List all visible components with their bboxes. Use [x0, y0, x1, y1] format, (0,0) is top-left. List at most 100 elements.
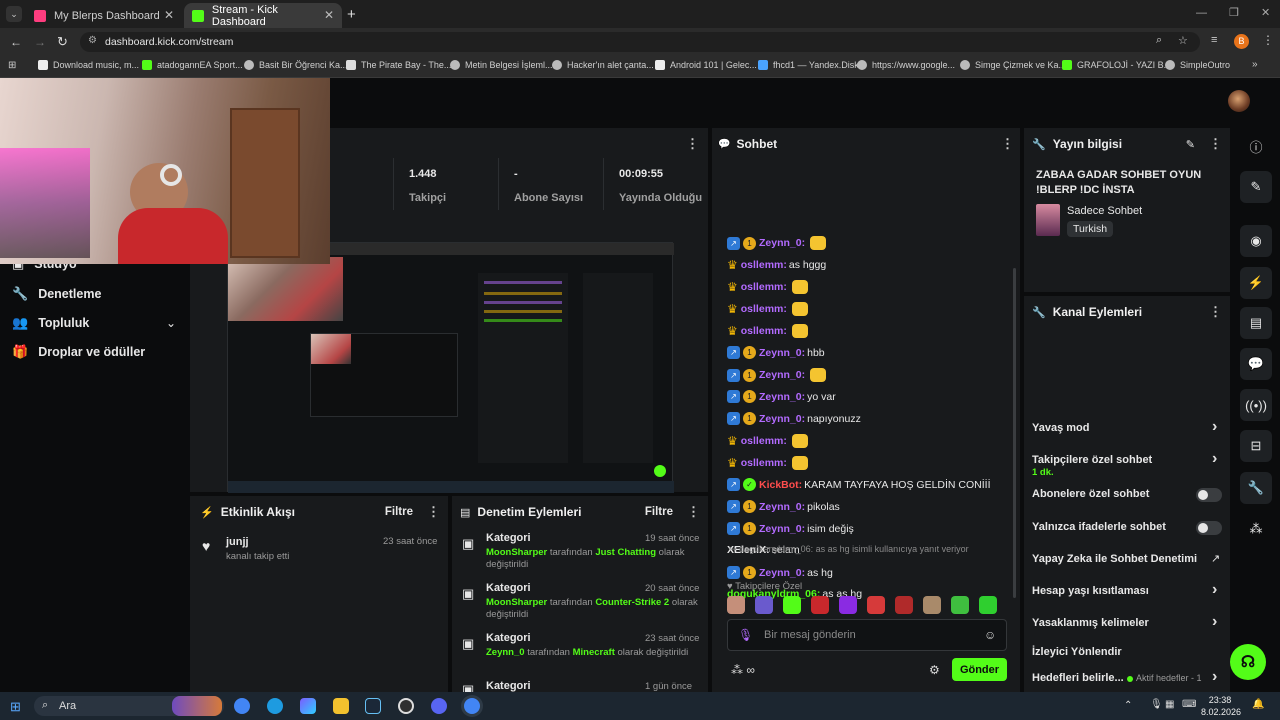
chat-username[interactable]: osllemm: — [741, 325, 787, 337]
bookmark-item[interactable]: fhcd1 — Yandex.Disk — [758, 60, 859, 70]
bookmark-item[interactable]: Metin Belgesi İşleml... — [450, 60, 553, 70]
discord-icon[interactable] — [431, 698, 447, 714]
layout-icon[interactable]: ⊟ — [1240, 430, 1272, 462]
windows-start-icon[interactable]: ⊞ — [10, 699, 21, 715]
chevron-right-icon[interactable]: › — [1212, 581, 1217, 599]
emote-icon[interactable] — [755, 596, 773, 614]
bookmark-item[interactable]: The Pirate Bay - The... — [346, 60, 451, 70]
gear-icon[interactable]: ⚙ — [929, 663, 940, 677]
bookmark-item[interactable]: GRAFOLOJİ - YAZI B... — [1062, 60, 1171, 70]
chrome-active-icon[interactable] — [464, 698, 480, 714]
channel-action-item[interactable]: Yalnızca ifadelerle sohbet — [1032, 519, 1224, 541]
mod-actor[interactable]: MoonSharper — [486, 547, 547, 558]
channel-action-item[interactable]: Yavaş mod › — [1032, 418, 1224, 442]
maximize-button[interactable]: ❐ — [1229, 6, 1239, 19]
chat-bubble-icon[interactable]: 💬 — [1240, 348, 1272, 380]
chat-username[interactable]: osllemm: — [741, 435, 787, 447]
microphone-icon[interactable]: 🎙 — [1150, 699, 1163, 710]
more-options-icon[interactable]: ⋮ — [1209, 136, 1222, 152]
mod-category[interactable]: Counter-Strike 2 — [595, 597, 669, 608]
notification-icon[interactable]: 🔔 — [1252, 699, 1264, 710]
emoji-icon[interactable]: ☺ — [984, 628, 996, 642]
chat-username[interactable]: Zeynn_0: — [759, 501, 805, 513]
site-info-icon[interactable]: ⚙ — [88, 35, 97, 46]
chat-username[interactable]: Zeynn_0: — [759, 567, 805, 579]
bookmark-item[interactable]: Download music, m... — [38, 60, 139, 70]
url-field[interactable]: ⚙ dashboard.kick.com/stream ⌕ ☆ — [80, 32, 1200, 52]
menu-icon[interactable]: ⋮ — [1262, 33, 1274, 47]
mod-actor[interactable]: Zeynn_0 — [486, 647, 525, 658]
mod-category[interactable]: Minecraft — [573, 647, 615, 658]
chat-tools-icon[interactable]: ⁂ ∞ — [731, 663, 755, 677]
channel-action-item[interactable]: Abonelere özel sohbet — [1032, 486, 1224, 508]
stream-preview-video[interactable] — [227, 242, 674, 493]
apps-grid-icon[interactable]: ⊞ — [8, 60, 16, 71]
document-icon[interactable]: ▤ — [1240, 307, 1272, 339]
emote-icon[interactable] — [979, 596, 997, 614]
emote-icon[interactable] — [811, 596, 829, 614]
emote-icon[interactable] — [727, 596, 745, 614]
bolt-icon[interactable]: ⚡ — [1240, 267, 1272, 299]
steam-icon[interactable] — [365, 698, 381, 714]
new-tab-button[interactable]: + — [347, 6, 356, 23]
chevron-right-icon[interactable]: › — [1212, 613, 1217, 631]
profile-avatar[interactable]: B — [1234, 34, 1249, 49]
external-link-icon[interactable]: ↗ — [1211, 552, 1220, 565]
chat-username[interactable]: Zeynn_0: — [759, 413, 805, 425]
emote-icon[interactable] — [783, 596, 801, 614]
tray-chevron-icon[interactable]: ⌃ — [1124, 700, 1132, 711]
channel-action-item[interactable]: Yasaklanmış kelimeler › — [1032, 613, 1224, 637]
toggle-switch[interactable] — [1196, 488, 1222, 502]
emote-icon[interactable] — [839, 596, 857, 614]
more-options-icon[interactable]: ⋮ — [686, 136, 699, 152]
channel-action-item[interactable]: Takipçilere özel sohbet 1 dk. › — [1032, 450, 1224, 478]
channel-action-item[interactable]: İzleyici Yönlendir — [1032, 644, 1224, 666]
chat-username[interactable]: KickBot: — [759, 479, 802, 491]
bookmark-item[interactable]: atadogannEA Sport... — [142, 60, 243, 70]
taskbar-search[interactable]: ⌕ Ara — [34, 696, 224, 716]
mod-actor[interactable]: MoonSharper — [486, 597, 547, 608]
tab-blerps[interactable]: My Blerps Dashboard ✕ — [26, 3, 182, 28]
info-icon[interactable]: ⓘ — [1240, 130, 1272, 162]
reload-icon[interactable]: ↻ — [57, 34, 68, 50]
chat-scrollbar[interactable] — [1013, 268, 1016, 598]
toggle-switch[interactable] — [1196, 521, 1222, 535]
channel-action-item[interactable]: Yapay Zeka ile Sohbet Denetimi ↗ — [1032, 551, 1224, 573]
more-options-icon[interactable]: ⋮ — [687, 504, 700, 520]
filter-button[interactable]: Filtre — [645, 506, 673, 518]
channel-action-item[interactable]: Hedefleri belirle... Aktif hedefler - 1 › — [1032, 668, 1224, 692]
mod-category[interactable]: Just Chatting — [595, 547, 656, 558]
user-avatar[interactable] — [1228, 90, 1250, 112]
wrench-icon[interactable]: 🔧 — [1240, 472, 1272, 504]
more-options-icon[interactable]: ⋮ — [1209, 304, 1222, 320]
chat-username[interactable]: osllemm: — [741, 457, 787, 469]
chat-username[interactable]: Zeynn_0: — [759, 391, 805, 403]
more-bookmarks-icon[interactable]: » — [1252, 59, 1258, 70]
send-button[interactable]: Gönder — [952, 658, 1007, 681]
emote-icon[interactable] — [923, 596, 941, 614]
bookmark-star-icon[interactable]: ☆ — [1178, 34, 1188, 47]
headset-support-icon[interactable]: ☊ — [1230, 644, 1266, 680]
bookmark-item[interactable]: Hacker'ın alet çanta... — [552, 60, 654, 70]
reading-list-icon[interactable]: ≡ — [1211, 34, 1217, 46]
chat-username[interactable]: osllemm: — [741, 281, 787, 293]
chrome-icon[interactable] — [234, 698, 250, 714]
copilot-icon[interactable] — [300, 698, 316, 714]
channel-action-item[interactable]: Hesap yaşı kısıtlaması › — [1032, 581, 1224, 605]
emote-icon[interactable] — [951, 596, 969, 614]
broadcast-icon[interactable]: ((•)) — [1240, 389, 1272, 421]
sidebar-item-community[interactable]: 👥 Topluluk ⌄ — [12, 315, 176, 331]
zoom-icon[interactable]: ⌕ — [1156, 34, 1162, 47]
edge-icon[interactable] — [267, 698, 283, 714]
sidebar-item-moderation[interactable]: 🔧 Denetleme — [12, 286, 101, 302]
tab-kick-stream[interactable]: Stream - Kick Dashboard ✕ — [184, 3, 342, 28]
chevron-right-icon[interactable]: › — [1212, 450, 1217, 468]
chat-username[interactable]: osllemm: — [741, 259, 787, 271]
more-options-icon[interactable]: ⋮ — [1001, 136, 1014, 152]
emote-icon[interactable] — [895, 596, 913, 614]
activity-user[interactable]: junjj — [226, 536, 249, 548]
more-options-icon[interactable]: ⋮ — [427, 504, 440, 520]
chat-username[interactable]: Zeynn_0: — [759, 523, 805, 535]
chat-username[interactable]: Zeynn_0: — [759, 347, 805, 359]
apps-icon[interactable]: ⁂ — [1240, 513, 1272, 545]
